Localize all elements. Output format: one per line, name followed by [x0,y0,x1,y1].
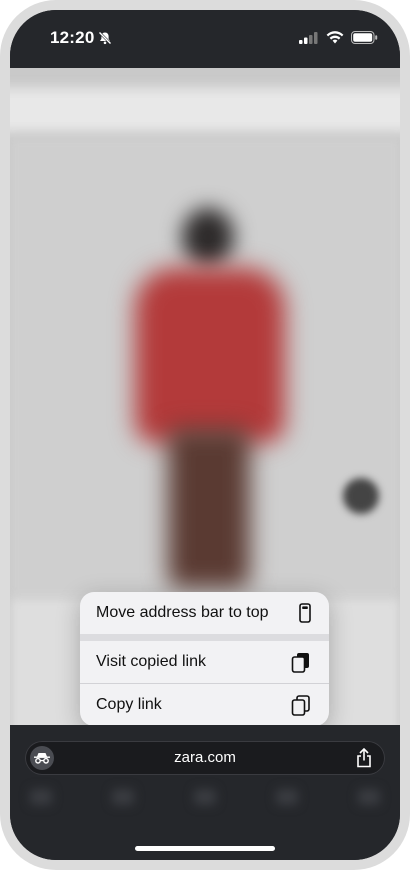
battery-icon [351,31,378,44]
bell-slash-icon [98,31,112,45]
model-pants [168,428,250,588]
copy-icon [291,695,310,716]
menu-item-visit-copied-link[interactable]: Visit copied link [80,641,329,683]
address-bar[interactable]: zara.com [25,741,385,775]
menu-item-copy-link[interactable]: Copy link [80,684,329,726]
page-header [10,88,400,132]
model-head [182,208,234,266]
cellular-icon [299,31,318,44]
toolbar-button [194,789,216,805]
wifi-icon [326,31,344,44]
toolbar-button [30,789,52,805]
menu-item-move-address-bar[interactable]: Move address bar to top [80,592,329,634]
home-indicator [135,846,275,851]
menu-divider [80,634,329,641]
bottom-toolbar: zara.com [10,725,400,860]
context-menu: Move address bar to top Visit copied lin… [80,592,329,726]
screen: 12:20 Move address bar to top Visit copi… [10,10,400,860]
menu-item-label: Visit copied link [96,653,206,670]
model-red-jacket [135,268,285,443]
status-time: 12:20 [50,28,95,47]
toolbar-button [112,789,134,805]
toolbar-button [276,789,298,805]
copied-link-icon [291,653,309,673]
menu-item-label: Move address bar to top [96,604,269,621]
status-bar: 12:20 [10,10,400,68]
url-text[interactable]: zara.com [25,749,385,766]
toolbar-button [358,789,380,805]
share-icon[interactable] [355,748,373,768]
floating-button [343,478,379,514]
menu-item-label: Copy link [96,696,162,713]
address-bar-top-icon [299,603,311,623]
blurred-toolbar-buttons [30,789,380,811]
